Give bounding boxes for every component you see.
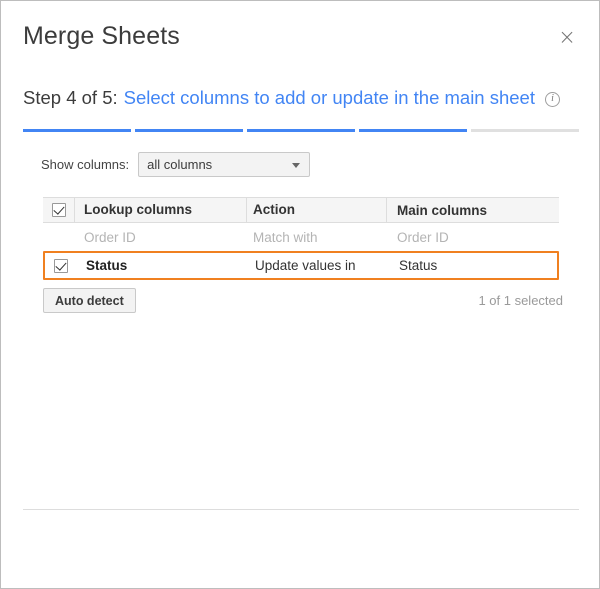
row-checkbox[interactable] xyxy=(54,258,68,273)
merge-sheets-dialog: Merge Sheets × Step 4 of 5: Select colum… xyxy=(0,0,600,589)
row-main-column: Order ID xyxy=(397,229,449,245)
page-title: Merge Sheets xyxy=(23,22,180,50)
progress-step-2 xyxy=(135,129,243,132)
dialog-footer: Ablebits ? xyxy=(1,510,599,588)
row-lookup-column: Status xyxy=(86,258,128,273)
progress-step-1 xyxy=(23,129,131,132)
row-checkbox-cell[interactable] xyxy=(45,258,77,273)
step-title-link[interactable]: Select columns to add or update in the m… xyxy=(124,87,535,109)
show-columns-row: Show columns: all columns xyxy=(41,152,311,177)
select-all-checkbox[interactable] xyxy=(51,203,66,217)
select-all-checkbox-cell[interactable] xyxy=(43,197,75,223)
table-row[interactable]: Status Update values in Status xyxy=(43,251,559,280)
close-icon[interactable]: × xyxy=(555,25,579,49)
selected-counter: 1 of 1 selected xyxy=(478,293,563,308)
row-main-column: Status xyxy=(399,258,438,273)
header-main-columns: Main columns xyxy=(397,202,488,218)
info-icon[interactable]: i xyxy=(545,91,560,107)
header-lookup-columns: Lookup columns xyxy=(75,197,247,223)
columns-table: Lookup columns Action Main columns Order… xyxy=(43,197,559,280)
progress-step-4 xyxy=(359,129,467,132)
show-columns-label: Show columns: xyxy=(41,157,130,172)
row-lookup-column: Order ID xyxy=(84,229,136,245)
row-action: Match with xyxy=(253,229,318,245)
progress-step-3 xyxy=(247,129,355,132)
show-columns-select[interactable]: all columns xyxy=(138,152,311,177)
row-action: Update values in xyxy=(255,258,356,273)
show-columns-value: all columns xyxy=(147,157,213,172)
progress-step-5 xyxy=(471,129,579,132)
header-action: Action xyxy=(247,197,387,223)
auto-detect-button[interactable]: Auto detect xyxy=(43,288,136,313)
dialog-title-bar: Merge Sheets × xyxy=(1,1,599,73)
progress-steps xyxy=(23,129,579,132)
table-header-row: Lookup columns Action Main columns xyxy=(43,197,559,223)
step-counter: Step 4 of 5: xyxy=(23,87,118,108)
chevron-down-icon xyxy=(292,162,301,168)
table-row: Order ID Match with Order ID xyxy=(43,223,559,251)
step-header: Step 4 of 5: Select columns to add or up… xyxy=(23,87,560,109)
